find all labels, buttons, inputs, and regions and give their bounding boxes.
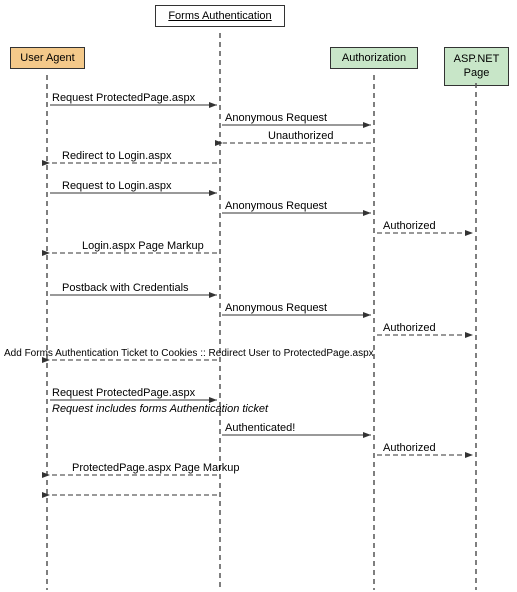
msg-redirect-login: Redirect to Login.aspx <box>62 150 171 162</box>
msg-anonymous-request-3: Anonymous Request <box>225 302 327 314</box>
msg-authorized-3: Authorized <box>383 442 436 454</box>
actor-aspnet-page-label: ASP.NETPage <box>454 53 500 79</box>
msg-request-includes-ticket: Request includes forms Authentication ti… <box>52 402 268 416</box>
msg-request-protected-2: Request ProtectedPage.aspx <box>52 387 195 399</box>
msg-unauthorized: Unauthorized <box>268 130 333 142</box>
msg-request-login: Request to Login.aspx <box>62 180 171 192</box>
msg-authorized-1: Authorized <box>383 220 436 232</box>
msg-request-protected: Request ProtectedPage.aspx <box>52 92 195 104</box>
actor-user-agent-label: User Agent <box>20 52 74 64</box>
actor-user-agent: User Agent <box>10 47 85 69</box>
msg-anonymous-request-2: Anonymous Request <box>225 200 327 212</box>
msg-authorized-2: Authorized <box>383 322 436 334</box>
sequence-diagram-svg <box>0 0 517 592</box>
actor-forms-auth: Forms Authentication <box>155 5 285 27</box>
msg-protected-markup: ProtectedPage.aspx Page Markup <box>72 462 240 474</box>
actor-forms-auth-label: Forms Authentication <box>168 10 271 22</box>
actor-aspnet-page: ASP.NETPage <box>444 47 509 86</box>
msg-login-markup: Login.aspx Page Markup <box>82 240 204 252</box>
msg-anonymous-request-1: Anonymous Request <box>225 112 327 124</box>
actor-authorization: Authorization <box>330 47 418 69</box>
actor-authorization-label: Authorization <box>342 52 406 64</box>
msg-authenticated: Authenticated! <box>225 422 295 434</box>
diagram: User Agent Forms Authentication Authoriz… <box>0 0 517 592</box>
msg-add-ticket: Add Forms Authentication Ticket to Cooki… <box>4 348 374 359</box>
msg-postback: Postback with Credentials <box>62 282 189 294</box>
